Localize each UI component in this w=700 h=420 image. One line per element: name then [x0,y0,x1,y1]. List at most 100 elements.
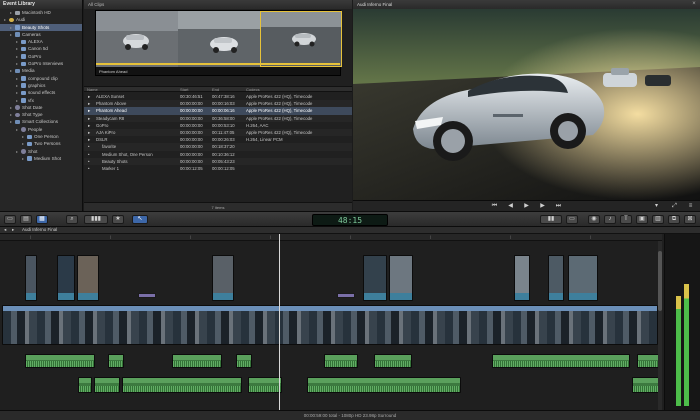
column-header-start[interactable]: Start [180,87,188,92]
disclosure-triangle-icon[interactable]: ▸ [88,100,90,107]
audio-clip[interactable] [236,354,252,368]
timeline-view-icon[interactable]: ▦ [36,215,48,224]
connected-clip[interactable] [514,255,530,301]
audio-clip[interactable] [94,377,120,393]
filmstrip[interactable]: Phantom Ahead [95,10,342,76]
disclosure-triangle-icon[interactable]: ▸ [10,118,14,125]
library-item[interactable]: ▸ Shot Type [0,111,82,118]
disclosure-triangle-icon[interactable]: ▸ [10,111,14,118]
disclosure-triangle-icon[interactable]: ▸ [16,89,20,96]
library-item[interactable]: ▸ Macintosh HD [0,9,82,16]
audio-clip[interactable] [172,354,222,368]
column-header-end[interactable]: End [212,87,219,92]
disclosure-triangle-icon[interactable]: ▸ [88,93,90,100]
audio-clip[interactable] [25,354,95,368]
disclosure-triangle-icon[interactable]: ▸ [88,136,90,143]
fullscreen-icon[interactable]: ⤢ [671,203,678,210]
column-header-codecs[interactable]: Codecs [246,87,260,92]
library-item[interactable]: ▸ People [0,126,82,133]
disclosure-triangle-icon[interactable]: ▸ [16,45,20,52]
disclosure-triangle-icon[interactable]: ▸ [16,97,20,104]
connected-clip[interactable] [77,255,99,301]
browser-filter-label[interactable]: All Clips [84,0,352,9]
disclosure-triangle-icon[interactable]: ▸ [4,16,8,23]
previous-edit-icon[interactable]: ⏮ [491,203,498,210]
table-row[interactable]: • Beauty Shots 00:00:00:00 00:05:43:23 [84,157,352,165]
library-item[interactable]: ▸ Shot Date [0,104,82,111]
disclosure-triangle-icon[interactable]: ▸ [10,104,14,111]
favorite-icon[interactable]: ★ [112,215,124,224]
connected-clip[interactable] [57,255,75,301]
search-icon[interactable]: ⌕ [66,215,78,224]
library-item[interactable]: ▸ Audi [0,16,82,23]
play-icon[interactable]: ▶ [523,203,530,210]
audio-clip[interactable] [248,377,282,393]
table-row[interactable]: • Medium Shot, One Person 00:00:00:00 00:10… [84,151,352,158]
edit-mode-buttons[interactable]: ▮▮▮ [84,215,108,224]
disclosure-triangle-icon[interactable]: ▸ [16,126,20,133]
disclosure-triangle-icon[interactable]: ▸ [16,60,20,67]
filmstrip-frame-selected[interactable] [260,11,342,67]
audio-clip[interactable] [374,354,412,368]
audio-clip[interactable] [78,377,92,393]
audio-clip[interactable] [122,377,242,393]
library-item[interactable]: ▸ GoPro [0,53,82,60]
audio-clip[interactable] [637,354,659,368]
disclosure-triangle-icon[interactable]: ▸ [88,122,90,129]
titles-icon[interactable]: T [620,215,632,224]
library-item[interactable]: ▸ Shot [0,148,82,155]
table-row[interactable]: • favorite 00:00:00:00 00:18:37:20 [84,143,352,151]
library-item[interactable]: ▸ Cameras [0,31,82,38]
close-viewer-icon[interactable]: × [691,1,697,7]
playhead[interactable] [279,234,280,410]
title-clip[interactable] [138,293,156,298]
viewer-frame[interactable] [353,9,700,200]
library-item[interactable]: ▸ Canon 5d [0,45,82,52]
library-item[interactable]: ▸ ALEXA [0,38,82,45]
connected-clip[interactable] [212,255,234,301]
disclosure-triangle-icon[interactable]: ▸ [22,140,26,147]
audio-clip[interactable] [307,377,461,393]
dashboard-timecode[interactable]: 48:15 [312,214,388,226]
disclosure-triangle-icon[interactable]: ▸ [16,82,20,89]
audio-clip[interactable] [632,377,660,393]
viewer-options-icon[interactable]: ▾ [653,203,660,210]
library-item[interactable]: ▸ sound effects [0,89,82,96]
primary-storyline[interactable] [2,305,658,345]
next-edit-icon[interactable]: ⏭ [555,203,562,210]
filmstrip-frame[interactable] [178,11,260,67]
table-row[interactable]: ▸ AJA KiPro 00:00:00:00 00:11:47:05 Apple Pr… [84,128,352,137]
table-row[interactable]: • Marker 1 00:00:12:05 00:00:12:05 [84,165,352,172]
library-item[interactable]: ▸ Medium Shot [0,155,82,162]
table-row[interactable]: ▸ ALEXA Sunset 00:30:46:51 00:47:38:16 Apple… [84,93,352,100]
timeline-back-icon[interactable]: ◂ [4,227,6,233]
table-row[interactable]: ▸ Phantom Ahead 00:00:00:00 00:00:06:16 Appl… [84,107,352,115]
table-row[interactable]: ▸ Phantom Above 00:00:00:00 00:00:16:03 Appl… [84,100,352,108]
library-item[interactable]: ▸ One Person [0,133,82,140]
disclosure-triangle-icon[interactable]: ▸ [88,107,90,114]
disclosure-triangle-icon[interactable]: ▸ [88,129,90,136]
timeline-forward-icon[interactable]: ▸ [12,227,14,233]
library-item[interactable]: ▸ GoPro Interviews [0,60,82,67]
audio-clip[interactable] [108,354,124,368]
library-item[interactable]: ▸ Beauty Shots [0,23,82,31]
connected-clip[interactable] [389,255,413,301]
disclosure-triangle-icon[interactable]: ▸ [10,9,14,16]
timeline-tracks[interactable] [0,241,662,410]
transitions-icon[interactable]: ⧉ [668,215,680,224]
audio-clip[interactable] [492,354,630,368]
library-item[interactable]: ▸ compound clip [0,75,82,82]
camera-icon[interactable]: ◉ [588,215,600,224]
disclosure-triangle-icon[interactable]: ▸ [10,67,14,74]
library-item[interactable]: ▸ graphics [0,82,82,89]
timeline-scrollbar[interactable] [658,241,662,410]
disclosure-triangle-icon[interactable]: ▸ [16,75,20,82]
clip-appearance-icon[interactable]: ▭ [566,215,578,224]
themes-icon[interactable]: ▥ [652,215,664,224]
keyword-icon[interactable]: ▤ [20,215,32,224]
disclosure-triangle-icon[interactable]: ▸ [22,155,26,162]
connected-clip[interactable] [568,255,598,301]
step-back-icon[interactable]: ◀ [507,203,514,210]
column-header-name[interactable]: Name [87,87,98,92]
audio-clip[interactable] [324,354,358,368]
